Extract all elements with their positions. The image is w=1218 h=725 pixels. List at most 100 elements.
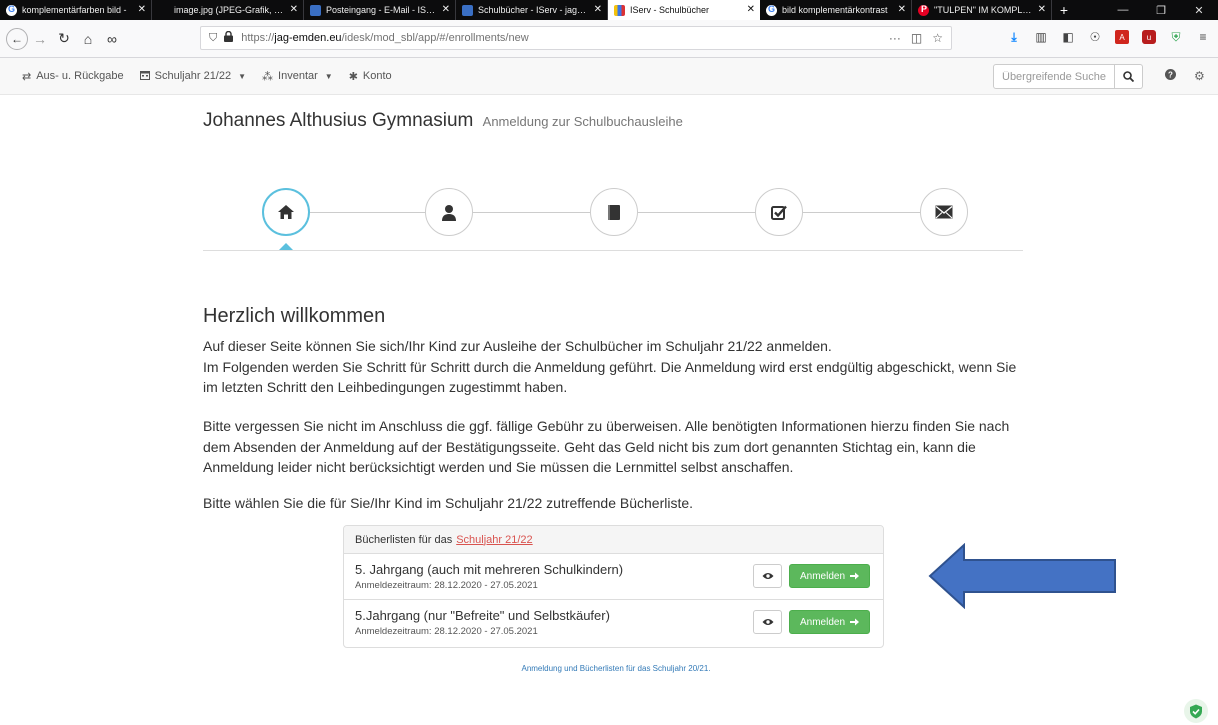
checkbox-icon [771,205,787,220]
sitemap-icon: ⁂ [262,70,274,83]
shield-outline-icon: ⛉ [209,31,218,44]
menu-returns[interactable]: ⇄ Aus- u. Rückgabe [22,70,124,83]
home-button[interactable]: ⌂ [76,27,100,51]
global-search [993,64,1143,89]
school-name: Johannes Althusius Gymnasium [203,110,474,131]
browser-tab[interactable]: Posteingang - E-Mail - IServ ✕ [304,0,456,20]
menu-schoolyear[interactable]: Schuljahr 21/22 ▼ [139,70,246,83]
intro-paragraph: Auf dieser Seite können Sie sich/Ihr Kin… [203,338,1017,395]
browser-tab[interactable]: komplementärfarben bild - ✕ [0,0,152,20]
window-close-icon[interactable]: ✕ [1180,0,1218,20]
forward-button[interactable]: → [28,27,52,51]
annotation-arrow [928,543,1116,609]
welcome-heading: Herzlich willkommen [203,305,386,327]
gear-icon[interactable]: ⚙ [1194,69,1205,83]
image-icon [158,5,169,16]
browser-navbar: ← → ↻ ⌂ ∞ ⛉ https://jag-emden.eu/idesk/m… [0,20,1218,58]
sidebar-icon[interactable]: ◧ [1061,30,1075,44]
restore-icon[interactable]: ❐ [1142,0,1180,20]
browser-tab[interactable]: "TULPEN" IM KOMPLEMENT ✕ [912,0,1052,20]
browser-tab[interactable]: image.jpg (JPEG-Grafik, 394 × 5 ✕ [152,0,304,20]
more-icon[interactable]: ··· [889,31,901,45]
pocket-icon[interactable]: ◫ [911,31,922,45]
previous-year-link[interactable]: Anmeldung und Bücherlisten für das Schul… [0,664,1218,673]
menu-returns-label: Aus- u. Rückgabe [36,70,124,82]
step-connector [803,212,920,213]
home-icon [278,205,294,219]
piggy-bank-icon: ✱ [348,70,358,83]
wizard-steps [203,180,1023,252]
eye-icon [762,573,773,579]
preview-button[interactable] [753,564,782,588]
step-books[interactable] [590,188,638,236]
step-confirm[interactable] [755,188,803,236]
schoolyear-link[interactable]: Schuljahr 21/22 [456,534,532,546]
browser-tab-strip: komplementärfarben bild - ✕ image.jpg (J… [0,0,1218,20]
close-icon[interactable]: ✕ [138,3,146,17]
enroll-button[interactable]: Anmelden [789,564,870,588]
arrow-left-icon: ← [11,31,23,46]
close-icon[interactable]: ✕ [290,3,298,17]
pinterest-icon [918,4,929,16]
shield-icon[interactable]: ⛨ [1169,30,1183,44]
step-home[interactable] [262,188,310,236]
pdf-icon[interactable]: A [1115,30,1129,44]
close-icon[interactable]: ✕ [594,3,602,17]
tab-title: komplementärfarben bild - [22,5,127,15]
step-send[interactable] [920,188,968,236]
app-menubar: ⇄ Aus- u. Rückgabe Schuljahr 21/22 ▼ ⁂ I… [0,58,1218,95]
menu-inventory-label: Inventar [278,70,318,82]
browser-tab[interactable]: Schulbücher - IServ - jag-em ✕ [456,0,608,20]
fee-paragraph: Bitte vergessen Sie nicht im Anschluss d… [203,418,1010,475]
enroll-button-label: Anmelden [799,616,846,628]
back-button[interactable]: ← [6,27,28,50]
book-icon [608,204,620,220]
ublock-icon[interactable]: u [1142,30,1156,44]
extension-button[interactable]: ∞ [100,27,124,51]
new-tab-button[interactable]: + [1052,0,1076,20]
url-bar[interactable]: ⛉ https://jag-emden.eu/idesk/mod_sbl/app… [200,26,952,50]
booklist-panel-header: Bücherlisten für das Schuljahr 21/22 [344,526,883,554]
browser-tab[interactable]: bild komplementärkontrast ✕ [760,0,912,20]
active-step-indicator [279,243,293,250]
extension-badge[interactable] [1184,699,1208,723]
close-icon[interactable]: ✕ [747,3,755,17]
exchange-icon: ⇄ [22,70,32,83]
eye-icon [762,619,773,625]
google-icon [766,4,777,16]
menu-inventory[interactable]: ⁂ Inventar ▼ [262,70,333,83]
step-connector [473,212,590,213]
enroll-button[interactable]: Anmelden [789,610,870,634]
tab-title: IServ - Schulbücher [630,5,710,15]
choose-paragraph: Bitte wählen Sie die für Sie/Ihr Kind im… [203,495,694,511]
account-icon[interactable]: ☉ [1088,30,1102,44]
url-text: https://jag-emden.eu/idesk/mod_sbl/app/#… [241,32,529,44]
search-input[interactable] [993,64,1115,89]
menu-icon[interactable]: ≡ [1196,30,1210,44]
arrow-right-icon [850,618,860,626]
help-icon[interactable]: ? [1165,69,1176,83]
menu-account[interactable]: ✱ Konto [349,70,392,83]
lock-icon [224,30,234,45]
preview-button[interactable] [753,610,782,634]
booklist-row: 5. Jahrgang (auch mit mehreren Schulkind… [344,554,883,600]
browser-tab-active[interactable]: IServ - Schulbücher ✕ [608,0,760,20]
reload-button[interactable]: ↻ [52,27,76,51]
tab-title: Schulbücher - IServ - jag-em [478,5,589,15]
close-icon[interactable]: ✕ [1038,3,1046,17]
page-title: Johannes Althusius Gymnasium Anmeldung z… [203,110,683,132]
menu-schoolyear-label: Schuljahr 21/22 [154,70,232,82]
minimize-icon[interactable]: — [1104,0,1142,20]
step-connector [310,212,425,213]
close-icon[interactable]: ✕ [442,3,450,17]
enroll-button-label: Anmelden [799,570,846,582]
booklist-panel: Bücherlisten für das Schuljahr 21/22 5. … [343,525,884,648]
close-icon[interactable]: ✕ [898,3,906,17]
search-button[interactable] [1115,64,1143,89]
download-icon[interactable]: ⤓ [1007,30,1021,44]
library-icon[interactable]: ▥ [1034,30,1048,44]
books-icon [614,4,625,16]
search-icon [1123,71,1134,82]
step-user[interactable] [425,188,473,236]
star-icon[interactable]: ☆ [932,31,943,45]
